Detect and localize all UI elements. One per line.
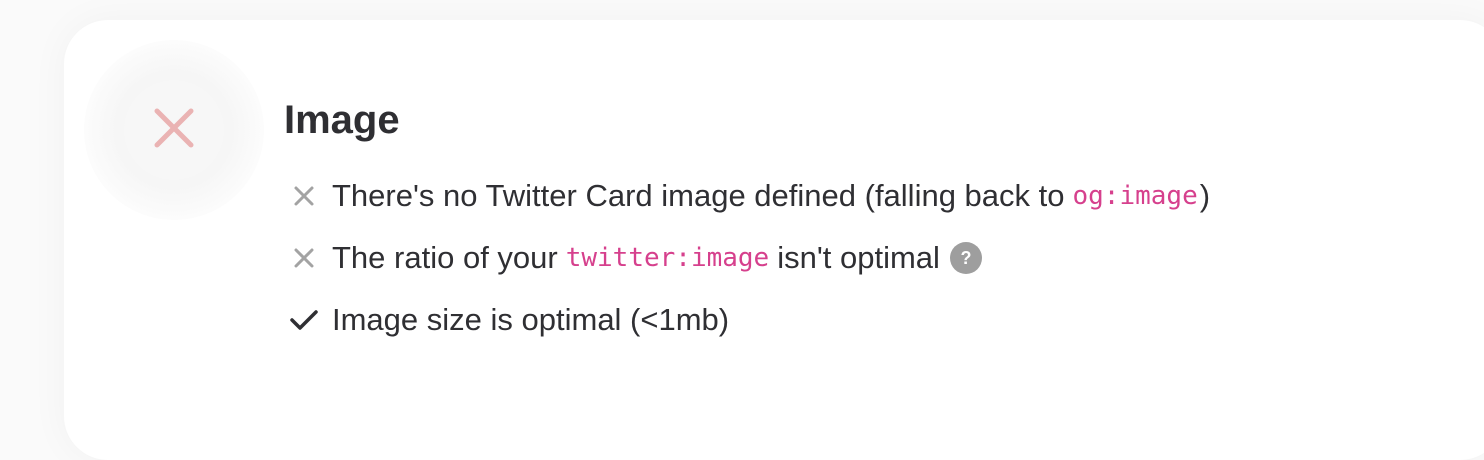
x-mark-icon [288,242,320,274]
x-icon [154,108,194,153]
check-item-image-size: Image size is optimal (<1mb) [288,298,1210,342]
check-text: The ratio of your [332,240,558,275]
check-text: There's no Twitter Card image defined (f… [332,178,1065,213]
check-text: Image size is optimal (<1mb) [332,302,730,337]
check-text-end: isn't optimal [777,240,940,275]
check-item-no-twitter-image: There's no Twitter Card image defined (f… [288,174,1210,218]
status-indicator [124,80,224,180]
check-text-end: ) [1199,178,1211,213]
code-twitter-image: twitter:image [565,243,770,273]
section-title: Image [284,98,400,142]
help-icon[interactable]: ? [949,242,982,274]
check-list: There's no Twitter Card image defined (f… [288,174,1210,360]
check-item-ratio: The ratio of your twitter:image isn't op… [288,236,1210,280]
code-og-image: og:image [1072,181,1198,211]
x-mark-icon [288,180,320,212]
check-mark-icon [288,304,320,336]
